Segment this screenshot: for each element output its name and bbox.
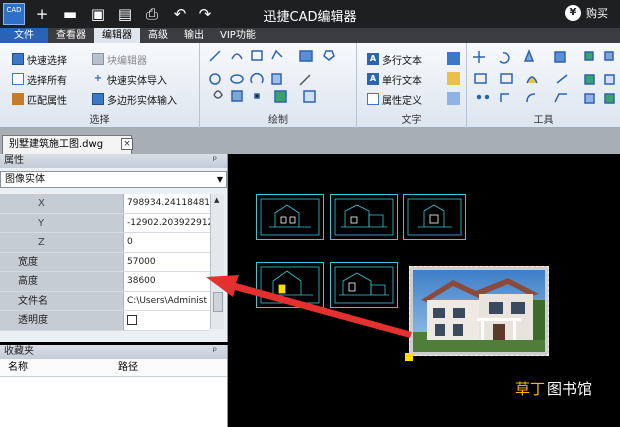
annotation-arrow [206,275,412,338]
app-window: CAD + ▬ ▣ ▤ ⎙ ↶ ↷ 迅捷CAD编辑器 ¥ 购买 文件 查看器 编… [0,0,620,427]
